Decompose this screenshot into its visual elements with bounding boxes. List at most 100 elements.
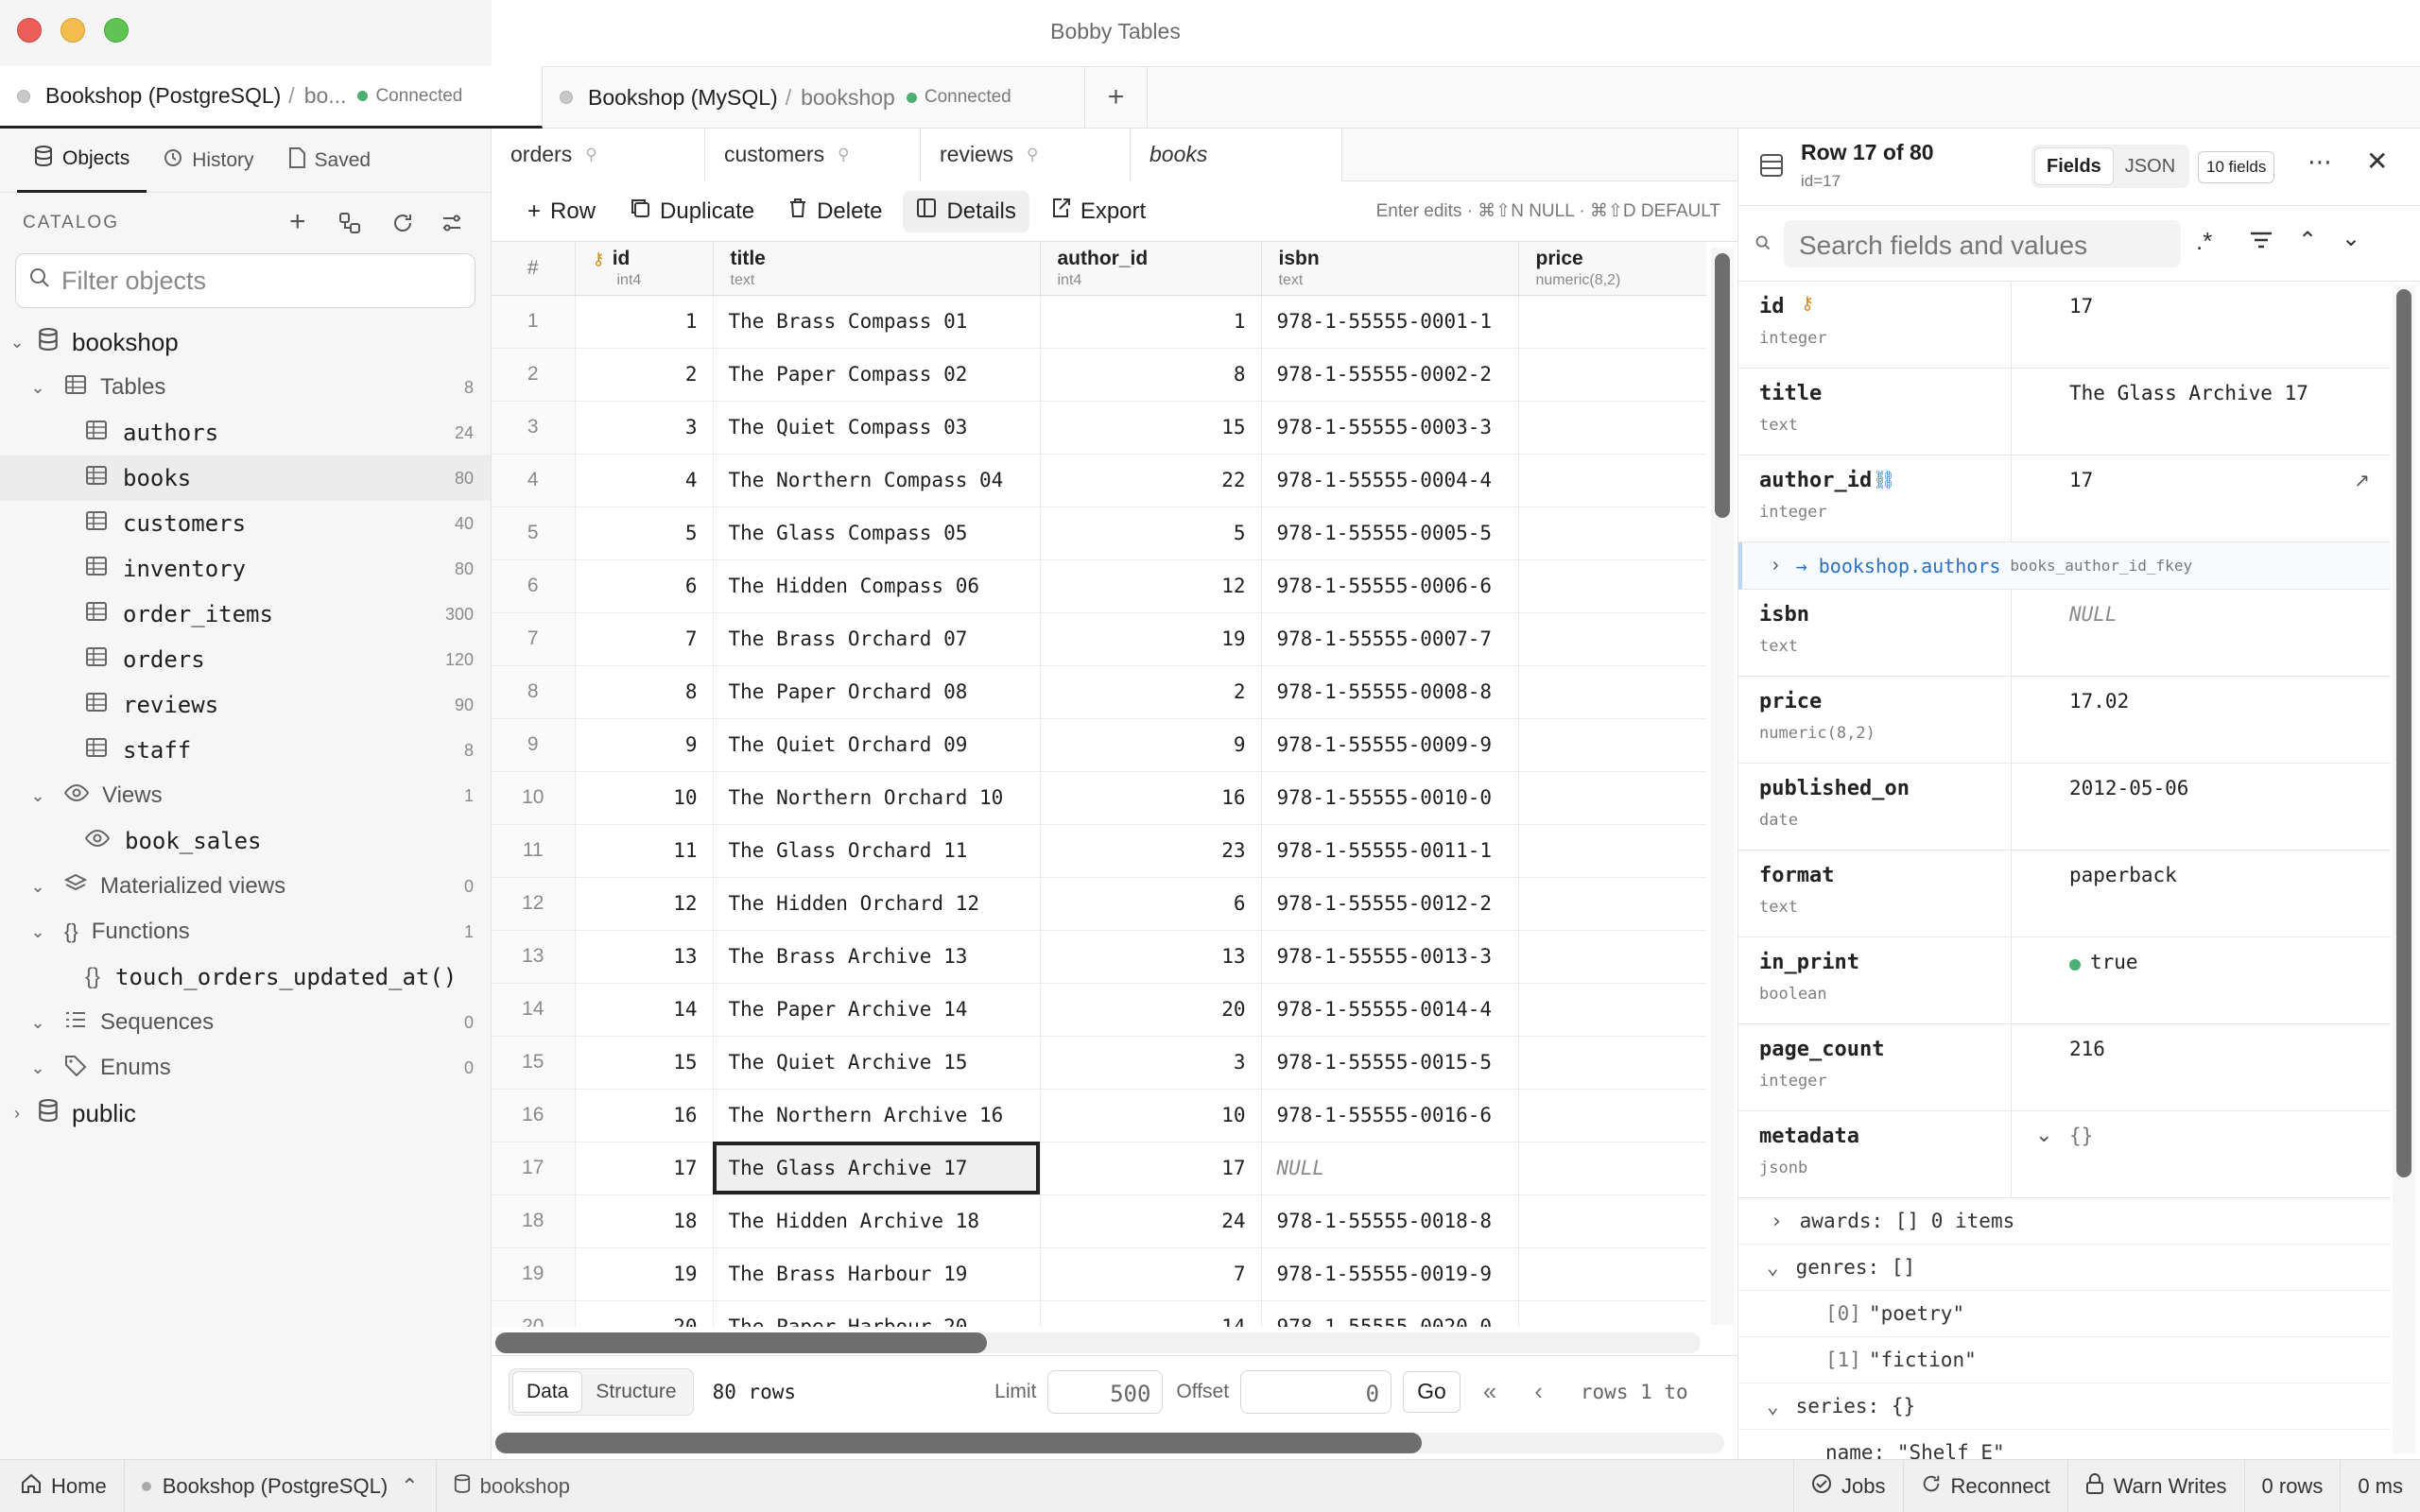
connection-tab-postgres[interactable]: Bookshop (PostgreSQL) / bo... Connected: [0, 66, 543, 129]
title-cell[interactable]: The Hidden Compass 06: [713, 559, 1041, 613]
col-header-price[interactable]: price numeric(8,2): [1518, 242, 1706, 296]
title-cell[interactable]: The Brass Orchard 07: [713, 612, 1041, 666]
tree-table-authors[interactable]: authors 24: [0, 410, 491, 455]
tree-group-materialized-views[interactable]: ⌄ Materialized views 0: [0, 864, 491, 909]
detail-vertical-scrollbar[interactable]: [2393, 285, 2415, 1453]
tree-table-inventory[interactable]: inventory 80: [0, 546, 491, 592]
price-cell[interactable]: [1518, 824, 1706, 878]
price-cell[interactable]: [1518, 718, 1706, 772]
scrollbar-thumb[interactable]: [1715, 253, 1730, 518]
col-header-isbn[interactable]: isbn text: [1261, 242, 1519, 296]
json-node-genre-0[interactable]: [0] "poetry": [1738, 1291, 2391, 1337]
title-cell[interactable]: The Paper Compass 02: [713, 348, 1041, 402]
tree-table-reviews[interactable]: reviews 90: [0, 682, 491, 728]
page-horizontal-scrollbar[interactable]: [495, 1433, 1724, 1453]
price-cell[interactable]: [1518, 1036, 1706, 1090]
id-cell[interactable]: 6: [575, 559, 714, 613]
tree-table-staff[interactable]: staff 8: [0, 728, 491, 773]
price-cell[interactable]: [1518, 507, 1706, 560]
home-button[interactable]: Home: [0, 1459, 125, 1512]
title-cell[interactable]: The Glass Orchard 11: [713, 824, 1041, 878]
isbn-cell[interactable]: 978-1-55555-0010-0: [1261, 771, 1519, 825]
title-cell[interactable]: The Brass Compass 01: [713, 295, 1041, 349]
field-value[interactable]: The Glass Archive 17: [2069, 382, 2308, 404]
filter-settings-icon[interactable]: [441, 212, 463, 240]
chevron-up-icon[interactable]: ⌃: [2298, 227, 2317, 254]
json-node-series[interactable]: ⌄ series: {}: [1738, 1383, 2391, 1430]
field-value[interactable]: 17: [2069, 295, 2093, 318]
title-cell[interactable]: The Quiet Compass 03: [713, 401, 1041, 455]
pin-icon[interactable]: ⚲: [585, 146, 596, 164]
foreign-key-row[interactable]: › → bookshop.authors books_author_id_fke…: [1738, 542, 2391, 590]
data-tab[interactable]: Data: [512, 1370, 583, 1413]
field-row-in-print[interactable]: in_print boolean true: [1738, 937, 2391, 1024]
isbn-cell[interactable]: 978-1-55555-0009-9: [1261, 718, 1519, 772]
author-id-cell[interactable]: 9: [1040, 718, 1262, 772]
isbn-cell[interactable]: 978-1-55555-0015-5: [1261, 1036, 1519, 1090]
go-button[interactable]: Go: [1403, 1370, 1461, 1413]
isbn-cell[interactable]: 978-1-55555-0011-1: [1261, 824, 1519, 878]
more-options-icon[interactable]: ⋯: [2308, 147, 2332, 177]
title-cell[interactable]: The Northern Orchard 10: [713, 771, 1041, 825]
table-row[interactable]: 14 14 The Paper Archive 14 20 978-1-55555-00…: [492, 983, 1706, 1037]
id-cell[interactable]: 9: [575, 718, 714, 772]
scrollbar-thumb[interactable]: [2396, 289, 2411, 1177]
filter-objects-input[interactable]: Filter objects: [15, 253, 475, 308]
author-id-cell[interactable]: 17: [1040, 1142, 1262, 1195]
table-row[interactable]: 2 2 The Paper Compass 02 8 978-1-55555-0002-…: [492, 348, 1706, 402]
refresh-icon[interactable]: [391, 212, 414, 240]
tree-group-tables[interactable]: ⌄ Tables 8: [0, 365, 491, 410]
tree-group-sequences[interactable]: ⌄ Sequences 0: [0, 1000, 491, 1045]
price-cell[interactable]: [1518, 1142, 1706, 1195]
id-cell[interactable]: 12: [575, 877, 714, 931]
field-value[interactable]: true: [2090, 951, 2138, 973]
col-header-id[interactable]: ⚷ id int4: [575, 242, 714, 296]
table-row[interactable]: 20 20 The Paper Harbour 20 14 978-1-55555-00…: [492, 1300, 1706, 1327]
warn-writes-toggle[interactable]: Warn Writes: [2068, 1459, 2245, 1512]
tree-group-functions[interactable]: ⌄ {} Functions 1: [0, 909, 491, 954]
price-cell[interactable]: [1518, 877, 1706, 931]
author-id-cell[interactable]: 20: [1040, 983, 1262, 1037]
json-node-awards[interactable]: › awards: [] 0 items: [1738, 1198, 2391, 1245]
id-cell[interactable]: 14: [575, 983, 714, 1037]
title-cell[interactable]: The Quiet Archive 15: [713, 1036, 1041, 1090]
col-header-author-id[interactable]: author_id int4: [1040, 242, 1262, 296]
filter-lines-icon[interactable]: [2249, 229, 2273, 257]
price-cell[interactable]: [1518, 930, 1706, 984]
table-row[interactable]: 18 18 The Hidden Archive 18 24 978-1-55555-0…: [492, 1194, 1706, 1248]
author-id-cell[interactable]: 19: [1040, 612, 1262, 666]
chevron-down-icon[interactable]: ⌄: [2342, 225, 2360, 252]
isbn-cell[interactable]: 978-1-55555-0005-5: [1261, 507, 1519, 560]
isbn-cell[interactable]: 978-1-55555-0003-3: [1261, 401, 1519, 455]
price-cell[interactable]: [1518, 665, 1706, 719]
open-reference-icon[interactable]: ↗: [2354, 469, 2370, 492]
field-value[interactable]: {}: [2069, 1125, 2093, 1147]
scrollbar-thumb[interactable]: [495, 1433, 1422, 1453]
author-id-cell[interactable]: 24: [1040, 1194, 1262, 1248]
price-cell[interactable]: [1518, 1089, 1706, 1143]
title-cell[interactable]: The Hidden Orchard 12: [713, 877, 1041, 931]
offset-input[interactable]: 0: [1240, 1369, 1392, 1414]
id-cell[interactable]: 8: [575, 665, 714, 719]
tree-database-bookshop[interactable]: ⌄ bookshop: [0, 319, 491, 365]
tree-group-enums[interactable]: ⌄ Enums 0: [0, 1045, 491, 1091]
table-row[interactable]: 8 8 The Paper Orchard 08 2 978-1-55555-0008-…: [492, 665, 1706, 719]
field-row-title[interactable]: title text The Glass Archive 17: [1738, 369, 2391, 455]
table-row[interactable]: 5 5 The Glass Compass 05 5 978-1-55555-0005-…: [492, 507, 1706, 560]
query-tab-orders[interactable]: orders ⚲: [492, 128, 705, 181]
table-row[interactable]: 13 13 The Brass Archive 13 13 978-1-55555-00…: [492, 930, 1706, 984]
title-cell[interactable]: The Northern Archive 16: [713, 1089, 1041, 1143]
limit-input[interactable]: 500: [1047, 1369, 1164, 1414]
fields-mode-button[interactable]: Fields: [2034, 147, 2114, 185]
json-mode-button[interactable]: JSON: [2114, 147, 2187, 185]
scrollbar-thumb[interactable]: [495, 1332, 987, 1353]
isbn-cell[interactable]: 978-1-55555-0012-2: [1261, 877, 1519, 931]
field-row-isbn[interactable]: isbn text NULL: [1738, 590, 2391, 677]
database-switcher[interactable]: bookshop: [437, 1460, 587, 1512]
author-id-cell[interactable]: 8: [1040, 348, 1262, 402]
id-cell[interactable]: 13: [575, 930, 714, 984]
isbn-cell[interactable]: 978-1-55555-0001-1: [1261, 295, 1519, 349]
price-cell[interactable]: [1518, 983, 1706, 1037]
author-id-cell[interactable]: 16: [1040, 771, 1262, 825]
table-row[interactable]: 10 10 The Northern Orchard 10 16 978-1-55555…: [492, 771, 1706, 825]
